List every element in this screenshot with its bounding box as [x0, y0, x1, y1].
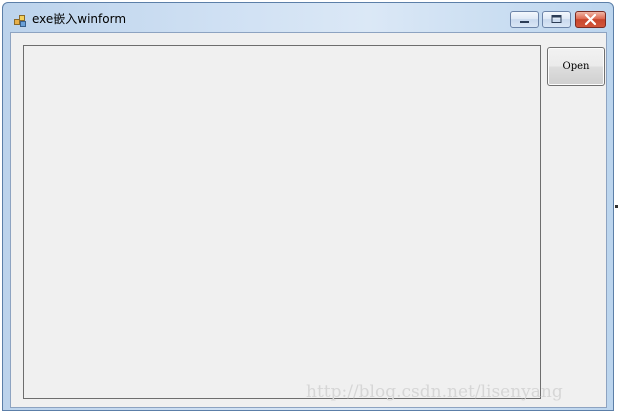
open-button[interactable]: Open — [547, 47, 605, 86]
close-button[interactable] — [575, 11, 606, 28]
app-icon — [14, 12, 26, 27]
maximize-icon — [551, 15, 562, 23]
embed-panel[interactable] — [23, 45, 541, 399]
maximize-button[interactable] — [542, 11, 571, 28]
minimize-button[interactable] — [510, 11, 539, 28]
minimize-icon — [520, 21, 529, 23]
title-bar[interactable]: exe嵌入winform — [3, 3, 613, 33]
window-title: exe嵌入winform — [32, 12, 127, 26]
close-icon — [584, 13, 597, 26]
app-window: exe嵌入winform Open — [2, 2, 614, 411]
form-client-area: Open — [10, 32, 607, 408]
watermark-text: http://blog.csdn.net/lisenyang — [306, 382, 563, 402]
